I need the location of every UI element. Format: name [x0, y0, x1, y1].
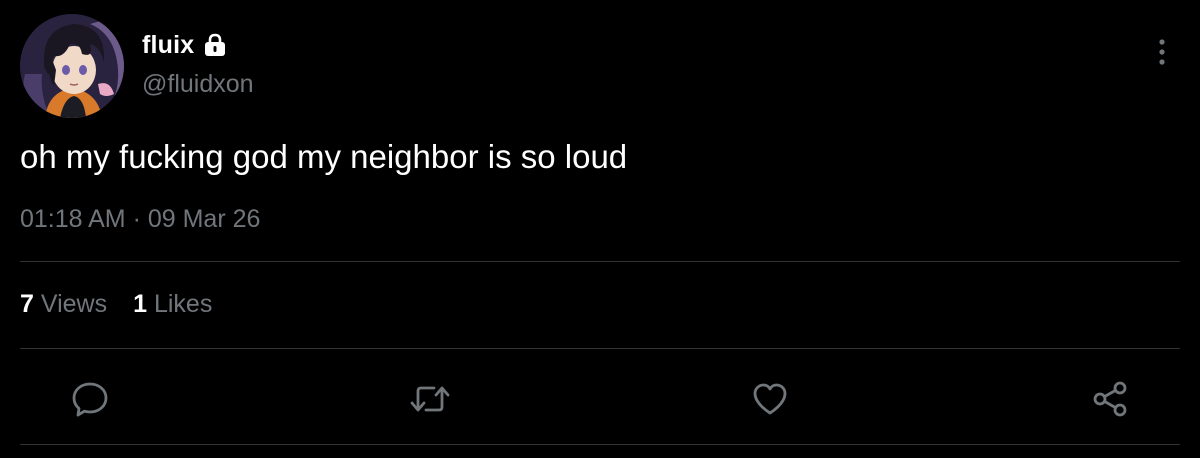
post-stats: 7 Views 1 Likes [20, 290, 238, 319]
more-options-button[interactable] [1150, 34, 1174, 70]
likes-count: 1 [133, 290, 154, 318]
display-name-row: fluix [142, 28, 254, 62]
avatar-image [20, 14, 124, 118]
share-button[interactable] [1086, 372, 1134, 426]
like-button[interactable] [746, 372, 794, 426]
divider [20, 348, 1180, 349]
views-count: 7 [20, 290, 41, 318]
repost-arrows-icon [410, 386, 450, 412]
divider [20, 261, 1180, 262]
heart-icon [753, 383, 787, 415]
views-stat[interactable]: 7 Views [20, 290, 107, 319]
repost-button[interactable] [406, 372, 454, 426]
divider [20, 444, 1180, 445]
speech-bubble-icon [72, 382, 108, 417]
post-text: oh my fucking god my neighbor is so loud [20, 138, 628, 175]
post-timestamp[interactable]: 01:18 AM · 09 Mar 26 [20, 205, 260, 234]
author-info: fluix @fluidxon [142, 28, 254, 99]
likes-label: Likes [153, 290, 213, 318]
author-handle[interactable]: @fluidxon [142, 70, 254, 99]
post-header: fluix @fluidxon [20, 14, 1180, 122]
lock-icon [202, 32, 228, 58]
display-name[interactable]: fluix [142, 31, 194, 60]
action-bar [0, 372, 1200, 426]
likes-stat[interactable]: 1 Likes [133, 290, 212, 319]
avatar[interactable] [20, 14, 124, 118]
more-vertical-icon [1159, 39, 1165, 65]
views-label: Views [40, 290, 108, 318]
reply-button[interactable] [66, 372, 114, 426]
share-nodes-icon [1093, 381, 1127, 417]
